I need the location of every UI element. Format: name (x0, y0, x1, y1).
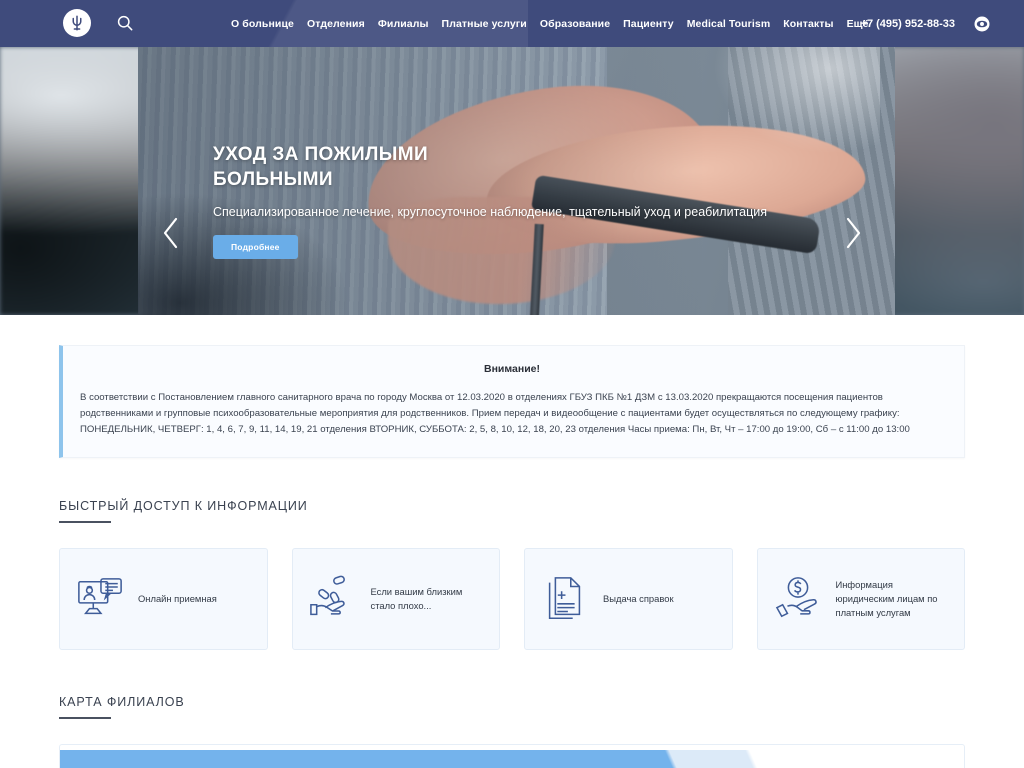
site-logo[interactable] (63, 9, 91, 37)
hero-more-button[interactable]: Подробнее (213, 234, 298, 259)
online-reception-icon (74, 573, 126, 625)
nav-item-patient[interactable]: Пациенту (623, 18, 674, 30)
nav-item-departments[interactable]: Отделения (307, 18, 365, 30)
quick-access-card-label: Выдача справок (603, 593, 674, 605)
eye-icon (974, 16, 990, 31)
hand-coin-icon (772, 573, 824, 625)
medical-certificate-icon (539, 573, 591, 625)
chevron-right-icon (846, 217, 861, 249)
announcement-title: Внимание! (484, 363, 540, 375)
psi-logo-icon (68, 14, 86, 32)
header-phone[interactable]: +7 (495) 952-88-33 (861, 18, 955, 30)
branch-map-underline (59, 717, 111, 719)
branch-map-panel[interactable] (59, 743, 965, 768)
content-container: Внимание! В соответствии с Постановление… (59, 345, 965, 768)
hand-pills-icon (307, 573, 359, 625)
nav-item-contacts[interactable]: Контакты (783, 18, 833, 30)
quick-access-title: БЫСТРЫЙ ДОСТУП К ИНФОРМАЦИИ (59, 499, 308, 514)
quick-access-card-label: Информация юридическим лицам по платным … (835, 578, 938, 619)
hero-prev-button[interactable] (158, 215, 184, 251)
search-icon (115, 15, 135, 37)
announcement-panel: Внимание! В соответствии с Постановление… (59, 345, 965, 459)
main-content: Внимание! В соответствии с Постановление… (0, 315, 1024, 768)
quick-access-card-label: Если вашим близким стало плохо... (370, 585, 463, 612)
hero-subtitle: Специализированное лечение, круглосуточн… (213, 205, 768, 220)
nav-item-education[interactable]: Образование (540, 18, 610, 30)
nav-item-about[interactable]: О больнице (231, 18, 294, 30)
nav-item-branches[interactable]: Филиалы (378, 18, 429, 30)
quick-access-card-emergency[interactable]: Если вашим близким стало плохо... (291, 548, 500, 651)
site-header: О больнице Отделения Филиалы Платные усл… (0, 0, 1024, 47)
nav-item-medical-tourism[interactable]: Medical Tourism (687, 18, 771, 30)
quick-access-card-certificates[interactable]: Выдача справок (524, 548, 733, 651)
announcement-body: В соответствии с Постановлением главного… (80, 392, 910, 435)
branch-map-title: КАРТА ФИЛИАЛОВ (59, 695, 185, 710)
quick-access-card-online-reception[interactable]: Онлайн приемная (59, 548, 268, 651)
quick-access-card-legal-entities[interactable]: Информация юридическим лицам по платным … (756, 548, 965, 651)
chevron-left-icon (163, 217, 178, 249)
hero-title: УХОД ЗА ПОЖИЛЫМИ БОЛЬНЫМИ (213, 144, 429, 191)
hero-next-button[interactable] (840, 215, 866, 251)
search-button[interactable] (115, 13, 135, 33)
accessibility-version-button[interactable] (973, 15, 991, 33)
nav-item-paid-services[interactable]: Платные услуги (442, 18, 527, 30)
quick-access-underline (59, 521, 111, 524)
branch-map-section: КАРТА ФИЛИАЛОВ (59, 695, 965, 768)
header-right-group: +7 (495) 952-88-33 (861, 0, 991, 47)
quick-access-cards: Онлайн приемная Если вашим близким стало… (59, 548, 965, 651)
hero-content: УХОД ЗА ПОЖИЛЫМИ БОЛЬНЫМИ Специализирова… (213, 142, 853, 259)
hero-slider: УХОД ЗА ПОЖИЛЫМИ БОЛЬНЫМИ Специализирова… (0, 47, 1024, 315)
quick-access-heading: БЫСТРЫЙ ДОСТУП К ИНФОРМАЦИИ (59, 499, 965, 524)
main-navigation: О больнице Отделения Филиалы Платные усл… (231, 0, 869, 47)
branch-map-banner (60, 749, 964, 768)
quick-access-card-label: Онлайн приемная (138, 593, 217, 605)
